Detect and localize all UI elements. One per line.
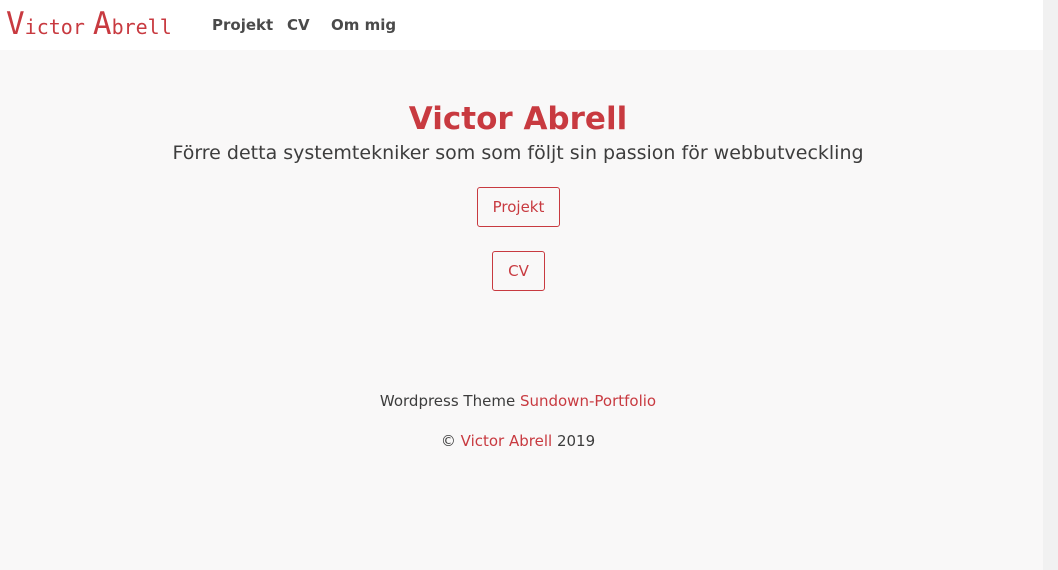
hero-subtitle: Förre detta systemtekniker som som följt… xyxy=(172,142,864,164)
footer-theme-prefix: Wordpress Theme xyxy=(379,392,516,410)
vertical-scrollbar[interactable] xyxy=(1043,0,1058,570)
logo-last-rest: brell xyxy=(111,15,172,39)
copyright-year: 2019 xyxy=(556,432,596,450)
nav-link-projekt[interactable]: Projekt xyxy=(212,15,273,35)
projekt-button[interactable]: Projekt xyxy=(477,187,560,227)
cv-button[interactable]: CV xyxy=(492,251,545,291)
logo-last-initial: A xyxy=(92,6,112,42)
footer-theme-credit: Wordpress Theme Sundown-Portfolio xyxy=(0,391,1036,411)
copyright-symbol: © xyxy=(440,432,456,450)
footer-copyright: © Victor Abrell 2019 xyxy=(0,431,1036,451)
site-logo[interactable]: Victor Abrell xyxy=(6,6,172,42)
logo-first-initial: V xyxy=(6,6,25,42)
footer-author-link[interactable]: Victor Abrell xyxy=(461,432,553,450)
hero-title: Victor Abrell xyxy=(408,101,628,137)
footer-theme-link[interactable]: Sundown-Portfolio xyxy=(520,392,656,410)
navbar: Victor Abrell Projekt CV Om mig xyxy=(0,0,1043,50)
nav-link-cv[interactable]: CV xyxy=(287,15,310,35)
page: Victor Abrell Projekt CV Om mig Victor Ab… xyxy=(0,0,1043,570)
nav-link-om-mig[interactable]: Om mig xyxy=(331,15,396,35)
logo-first-rest: ictor xyxy=(24,15,85,39)
